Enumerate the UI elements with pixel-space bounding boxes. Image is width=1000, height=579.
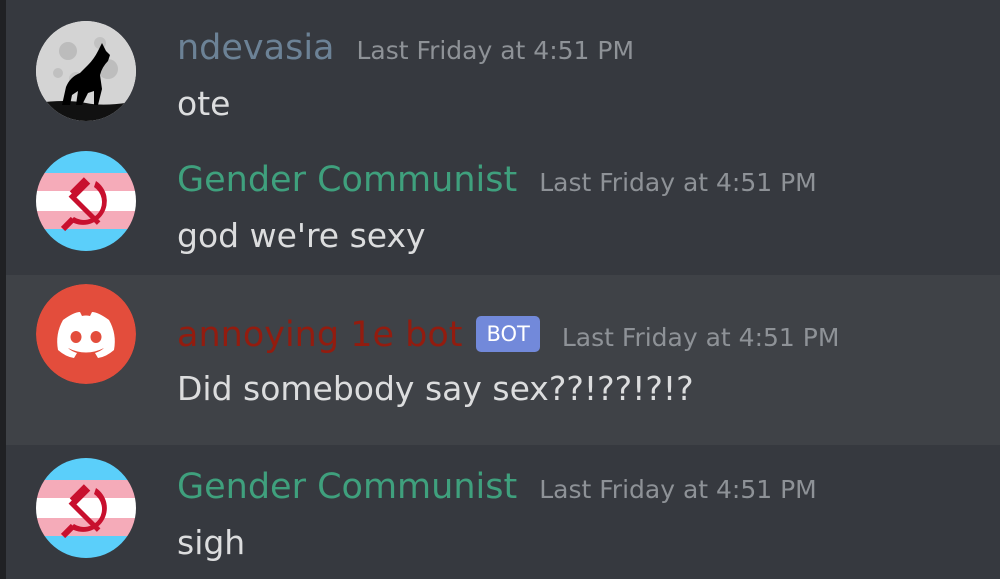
message-header: annoying 1e bot BOT Last Friday at 4:51 … bbox=[177, 315, 839, 357]
discord-logo-icon[interactable] bbox=[36, 284, 136, 384]
timestamp: Last Friday at 4:51 PM bbox=[356, 36, 635, 65]
timestamp: Last Friday at 4:51 PM bbox=[539, 475, 817, 504]
message-item: ndevasia Last Friday at 4:51 PM ote bbox=[6, 0, 1000, 138]
message-content: god we're sexy bbox=[177, 216, 426, 255]
message-item: Gender Communist Last Friday at 4:51 PM … bbox=[6, 445, 1000, 579]
message-item: Gender Communist Last Friday at 4:51 PM … bbox=[6, 138, 1000, 275]
message-content: ote bbox=[177, 84, 231, 123]
message-content: sigh bbox=[177, 523, 246, 562]
trans-flag-hammer-sickle-icon[interactable] bbox=[36, 151, 136, 251]
message-item-highlighted: annoying 1e bot BOT Last Friday at 4:51 … bbox=[6, 275, 1000, 445]
username[interactable]: Gender Communist bbox=[177, 467, 517, 507]
username[interactable]: annoying 1e bot bbox=[177, 315, 462, 355]
message-header: ndevasia Last Friday at 4:51 PM bbox=[177, 28, 634, 68]
message-header: Gender Communist Last Friday at 4:51 PM bbox=[177, 160, 817, 200]
trans-flag-hammer-sickle-icon[interactable] bbox=[36, 458, 136, 558]
bot-badge: BOT bbox=[476, 316, 540, 352]
message-content: Did somebody say sex??!??!?!? bbox=[177, 369, 694, 408]
username[interactable]: Gender Communist bbox=[177, 160, 517, 200]
message-header: Gender Communist Last Friday at 4:51 PM bbox=[177, 467, 817, 507]
timestamp: Last Friday at 4:51 PM bbox=[539, 168, 817, 197]
timestamp: Last Friday at 4:51 PM bbox=[561, 323, 840, 352]
wolf-moon-icon[interactable] bbox=[36, 21, 136, 121]
username[interactable]: ndevasia bbox=[177, 28, 335, 68]
chat-message-list: ndevasia Last Friday at 4:51 PM ote Gend… bbox=[6, 0, 1000, 579]
